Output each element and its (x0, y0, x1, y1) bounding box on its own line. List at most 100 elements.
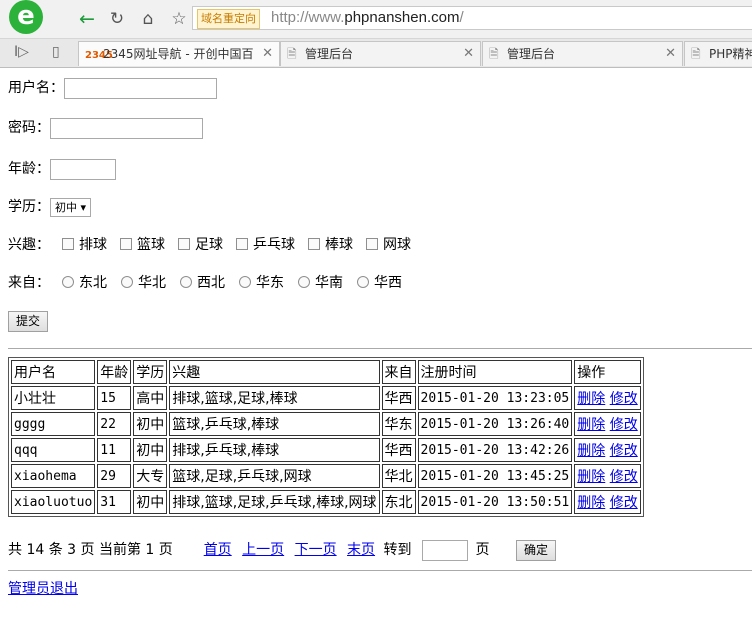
edit-link[interactable]: 修改 (610, 495, 638, 511)
page-number-input[interactable] (421, 539, 468, 561)
next-page-link[interactable]: 下一页 (295, 542, 337, 558)
cell-education: 大专 (133, 464, 168, 488)
hobby-checkbox[interactable] (236, 238, 248, 250)
region-option[interactable]: 华北 (121, 271, 166, 295)
edit-link[interactable]: 修改 (610, 443, 638, 459)
url-text[interactable]: http://www.phpnanshen.com/ (271, 9, 464, 27)
home-icon[interactable]: ⌂ (137, 8, 159, 30)
education-select[interactable]: 初中 ▾ (50, 197, 92, 217)
page-icon: 🗎 (489, 47, 499, 61)
cell-actions: 删除 修改 (574, 412, 641, 436)
delete-link[interactable]: 删除 (577, 391, 605, 407)
tab-bar: I▷ ▯ 23452345网址导航 - 开创中国百 ✕ 🗎 管理后台 ✕ 🗎 管理后… (0, 39, 752, 68)
edit-link[interactable]: 修改 (610, 391, 638, 407)
delete-link[interactable]: 删除 (577, 469, 605, 485)
region-option-label: 东北 (79, 275, 107, 291)
tab-php[interactable]: 🗎 PHP精神 (684, 41, 752, 66)
hobby-option[interactable]: 棒球 (308, 233, 353, 257)
region-radio[interactable] (180, 276, 192, 288)
cell-from: 华东 (381, 412, 416, 436)
cell-from: 东北 (381, 490, 416, 514)
edit-link[interactable]: 修改 (610, 469, 638, 485)
education-label: 学历： (8, 199, 50, 215)
cell-age: 11 (97, 438, 132, 462)
region-radio[interactable] (298, 276, 310, 288)
goto-label: 转到 (383, 542, 412, 558)
cell-hobbies: 排球,篮球,足球,棒球 (169, 386, 380, 410)
hobbies-label: 兴趣： (8, 237, 50, 253)
table-row: qqq 11 初中 排球,乒乓球,棒球 华西 2015-01-20 13:42:… (11, 438, 641, 462)
hobby-checkbox[interactable] (366, 238, 378, 250)
hobby-option[interactable]: 排球 (62, 233, 107, 257)
tab-close-icon[interactable]: ✕ (463, 42, 474, 66)
password-input[interactable] (50, 117, 203, 139)
region-radio[interactable] (62, 276, 74, 288)
username-input[interactable] (64, 77, 217, 99)
prev-page-link[interactable]: 上一页 (242, 542, 284, 558)
hobby-option-label: 足球 (195, 237, 223, 253)
region-label: 来自： (8, 275, 50, 291)
tab-close-icon[interactable]: ✕ (665, 42, 676, 66)
star-icon[interactable]: ☆ (168, 8, 190, 30)
tab-title: 管理后台 (305, 47, 354, 61)
column-header: 注册时间 (417, 360, 573, 384)
table-row: gggg 22 初中 篮球,乒乓球,棒球 华东 2015-01-20 13:26… (11, 412, 641, 436)
cell-username: 小壮壮 (11, 386, 96, 410)
hobby-option-label: 篮球 (137, 237, 165, 253)
address-bar[interactable]: 域名重定向 http://www.phpnanshen.com/ (192, 6, 752, 30)
hobby-option[interactable]: 足球 (178, 233, 223, 257)
hobby-option[interactable]: 网球 (366, 233, 411, 257)
region-option[interactable]: 西北 (180, 271, 225, 295)
table-row: xiaoluotuo 31 初中 排球,篮球,足球,乒乓球,棒球,网球 东北 2… (11, 490, 641, 514)
region-radio[interactable] (239, 276, 251, 288)
dropdown-arrow-icon: ▾ (80, 200, 87, 214)
tab-admin-2[interactable]: 🗎 管理后台 ✕ (482, 41, 683, 66)
submit-row: 提交 (8, 309, 49, 333)
tab-title: 管理后台 (507, 47, 556, 61)
age-row: 年龄： (8, 157, 116, 181)
cell-age: 22 (97, 412, 132, 436)
hobby-option[interactable]: 篮球 (120, 233, 165, 257)
hobby-option[interactable]: 乒乓球 (236, 233, 295, 257)
hobby-checkbox[interactable] (178, 238, 190, 250)
redirect-badge[interactable]: 域名重定向 (197, 9, 260, 29)
hobby-checkbox[interactable] (308, 238, 320, 250)
region-option[interactable]: 华南 (298, 271, 343, 295)
hobby-checkbox[interactable] (120, 238, 132, 250)
divider (8, 348, 752, 349)
tab-admin-1[interactable]: 🗎 管理后台 ✕ (280, 41, 481, 66)
delete-link[interactable]: 删除 (577, 417, 605, 433)
region-radio[interactable] (357, 276, 369, 288)
last-page-link[interactable]: 末页 (347, 542, 375, 558)
cell-from: 华西 (381, 386, 416, 410)
region-option[interactable]: 华西 (357, 271, 402, 295)
goto-confirm-button[interactable]: 确定 (515, 539, 556, 561)
cell-from: 华北 (381, 464, 416, 488)
back-icon[interactable]: ← (76, 8, 98, 30)
cell-registered: 2015-01-20 13:45:25 (417, 464, 573, 488)
tab-close-icon[interactable]: ✕ (262, 42, 273, 66)
refresh-icon[interactable]: ↻ (106, 8, 128, 30)
delete-link[interactable]: 删除 (577, 443, 605, 459)
cell-education: 高中 (133, 386, 168, 410)
table-header-row: 用户名 年龄 学历 兴趣 来自 注册时间 操作 (11, 360, 641, 384)
submit-button[interactable]: 提交 (8, 311, 49, 332)
region-option[interactable]: 华东 (239, 271, 284, 295)
cell-hobbies: 排球,篮球,足球,乒乓球,棒球,网球 (169, 490, 380, 514)
user-table: 用户名 年龄 学历 兴趣 来自 注册时间 操作 小壮壮 15 高中 排球,篮球,… (8, 357, 644, 517)
delete-link[interactable]: 删除 (577, 495, 605, 511)
region-radio[interactable] (121, 276, 133, 288)
sidebar-toggle-icon[interactable]: I▷ (14, 44, 29, 60)
edit-link[interactable]: 修改 (610, 417, 638, 433)
phone-icon[interactable]: ▯ (52, 44, 60, 60)
column-header: 年龄 (97, 360, 132, 384)
first-page-link[interactable]: 首页 (204, 542, 232, 558)
tab-2345[interactable]: 23452345网址导航 - 开创中国百 ✕ (78, 41, 280, 66)
cell-age: 15 (97, 386, 132, 410)
region-option[interactable]: 东北 (62, 271, 107, 295)
hobby-checkbox[interactable] (62, 238, 74, 250)
logout-link[interactable]: 管理员退出 (8, 581, 78, 597)
region-option-label: 华南 (315, 275, 343, 291)
region-option-label: 华西 (374, 275, 402, 291)
age-input[interactable] (50, 158, 116, 180)
